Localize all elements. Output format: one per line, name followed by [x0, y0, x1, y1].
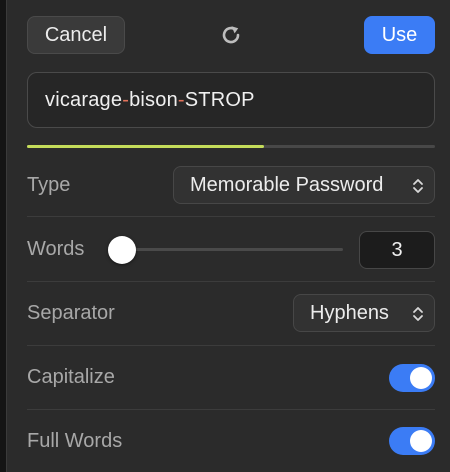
toggle-knob: [410, 367, 432, 389]
words-slider-track[interactable]: [109, 248, 343, 251]
password-word-2: bison: [129, 88, 178, 111]
password-separator-1: -: [122, 88, 130, 111]
password-word-3: STROP: [184, 88, 255, 111]
chevron-up-down-icon: [413, 179, 423, 193]
divider: [27, 281, 435, 282]
toggle-knob: [410, 430, 432, 452]
password-strength-meter: [27, 145, 435, 148]
capitalize-toggle[interactable]: [389, 364, 435, 392]
separator-label: Separator: [27, 302, 115, 324]
full-words-label: Full Words: [27, 430, 123, 452]
divider: [27, 409, 435, 410]
password-strength-fill: [27, 145, 264, 148]
divider: [27, 345, 435, 346]
password-separator-2: -: [177, 88, 185, 111]
separator-select[interactable]: Hyphens: [293, 294, 435, 332]
password-generator-panel: Cancel Use vicarage - bison - STROP Type Mem…: [6, 0, 450, 472]
capitalize-label: Capitalize: [27, 366, 115, 388]
separator-select-value: Hyphens: [310, 301, 389, 324]
cancel-button[interactable]: Cancel: [27, 16, 125, 54]
words-count-field[interactable]: 3: [359, 231, 435, 269]
generated-password-field[interactable]: vicarage - bison - STROP: [27, 72, 435, 128]
type-select[interactable]: Memorable Password: [173, 166, 435, 204]
refresh-icon[interactable]: [217, 21, 245, 49]
full-words-toggle[interactable]: [389, 427, 435, 455]
password-word-1: vicarage: [45, 88, 123, 111]
use-button[interactable]: Use: [364, 16, 435, 54]
type-label: Type: [27, 174, 71, 196]
type-select-value: Memorable Password: [190, 173, 384, 196]
chevron-up-down-icon: [413, 307, 423, 321]
words-label: Words: [27, 238, 85, 260]
divider: [27, 216, 435, 217]
words-slider-handle[interactable]: [108, 236, 136, 264]
